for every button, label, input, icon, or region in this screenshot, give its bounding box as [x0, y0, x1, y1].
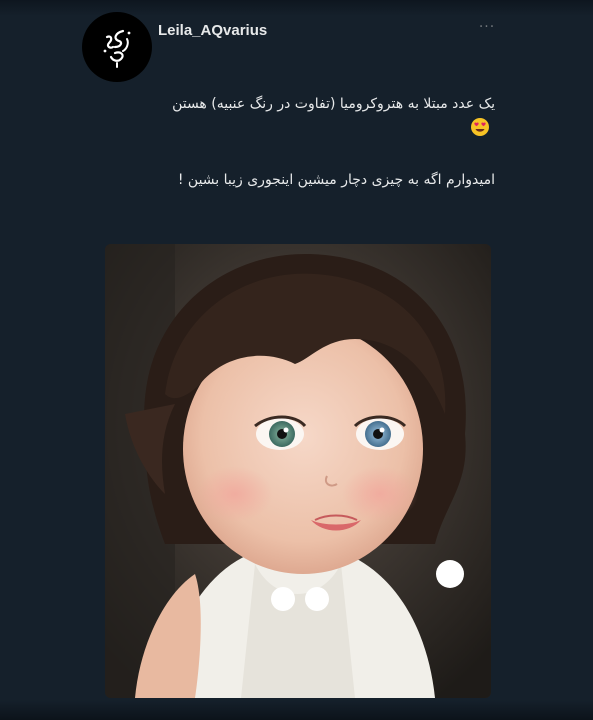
post-photo[interactable]: [105, 244, 491, 698]
avatar[interactable]: [82, 12, 152, 82]
post-text-line-1: یک عدد مبتلا به هتروکرومیا (تفاوت در رنگ…: [172, 96, 495, 112]
calligraphy-logo-icon: [103, 29, 131, 68]
username[interactable]: Leila_AQvarius: [158, 22, 267, 39]
more-dots-icon[interactable]: ···: [476, 20, 498, 34]
post-text-line-2: امیدوارم اگه به چیزی دچار میشین اینجوری …: [177, 172, 495, 188]
heart-eyes-emoji: [471, 118, 489, 136]
bottom-fade: [0, 700, 593, 720]
top-fade: [0, 0, 593, 16]
